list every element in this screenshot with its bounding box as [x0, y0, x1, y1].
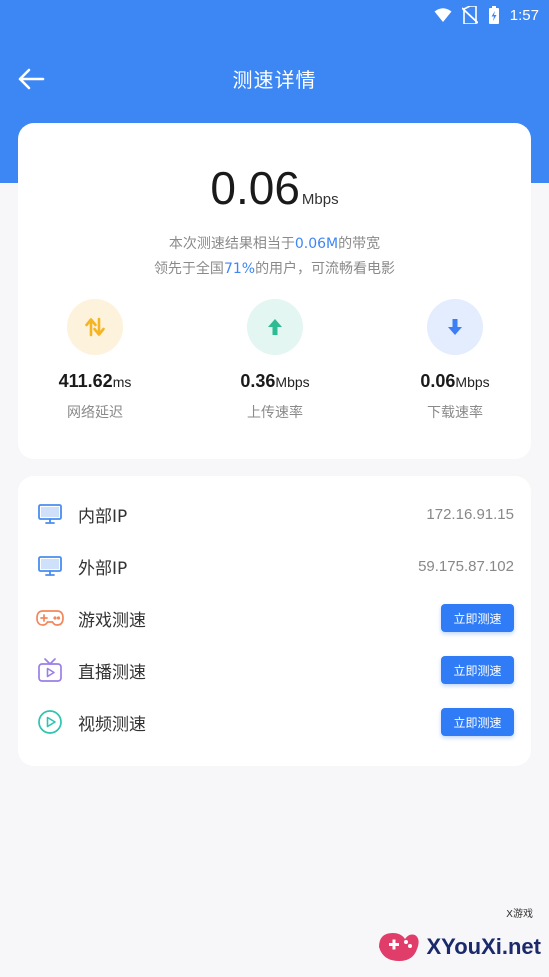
download-arrow-icon	[448, 319, 462, 335]
live-speed-label: 直播测速	[78, 662, 146, 683]
watermark-brand: XYouXi.net	[426, 934, 542, 959]
wifi-icon	[434, 8, 452, 22]
latency-value: 411.62ms	[58, 371, 132, 391]
latency-icon-circle	[67, 299, 123, 355]
game-speed-row: 游戏测速 立即测速	[18, 592, 531, 644]
internal-ip-value: 172.16.91.15	[426, 505, 514, 523]
internal-ip-row: 内部IP 172.16.91.15	[18, 488, 531, 540]
metric-download: 0.06Mbps 下载速率	[370, 299, 540, 422]
speed-unit: Mbps	[301, 191, 339, 208]
external-ip-value: 59.175.87.102	[418, 557, 514, 575]
back-arrow-icon	[18, 68, 45, 90]
game-speed-label: 游戏测速	[78, 610, 146, 631]
download-value: 0.06Mbps	[420, 371, 490, 391]
monitor-icon	[36, 500, 64, 528]
external-ip-row: 外部IP 59.175.87.102	[18, 540, 531, 592]
speed-summary-card: 0.06 Mbps 本次测速结果相当于0.06M的带宽 领先于全国71%的用户，可…	[18, 123, 531, 459]
ranking-highlight: 71%	[223, 261, 256, 277]
upload-arrow-icon	[268, 319, 282, 335]
battery-icon	[488, 6, 499, 24]
metric-upload: 0.36Mbps 上传速率	[190, 299, 360, 422]
metric-latency: 411.62ms 网络延迟	[10, 299, 180, 422]
play-circle-icon	[36, 708, 64, 736]
internal-ip-label: 内部IP	[78, 506, 128, 527]
external-ip-label: 外部IP	[78, 558, 128, 579]
video-speed-label: 视频测速	[78, 714, 146, 735]
page-title: 测速详情	[232, 67, 317, 92]
video-speed-test-button[interactable]: 立即测速	[441, 708, 514, 736]
bandwidth-description: 本次测速结果相当于0.06M的带宽	[168, 236, 381, 252]
status-bar: 1:57	[0, 0, 549, 30]
back-button[interactable]	[14, 64, 48, 94]
live-speed-row: 直播测速 立即测速	[18, 644, 531, 696]
monitor-icon	[36, 552, 64, 580]
latency-arrows-icon	[85, 317, 105, 337]
ranking-description: 领先于全国71%的用户，可流畅看电影	[153, 261, 396, 277]
watermark-tag: X游戏	[506, 909, 533, 920]
no-sim-icon	[461, 6, 478, 24]
video-speed-row: 视频测速 立即测速	[18, 696, 531, 748]
speed-number: 0.06	[210, 162, 300, 214]
top-bar: 测速详情	[0, 52, 549, 104]
network-info-card: 内部IP 172.16.91.15 外部IP 59.175.87.102 游戏测…	[18, 476, 531, 766]
bandwidth-highlight: 0.06M	[294, 236, 339, 252]
watermark-logo-icon	[378, 933, 419, 961]
upload-icon-circle	[247, 299, 303, 355]
status-time: 1:57	[509, 6, 539, 24]
download-icon-circle	[427, 299, 483, 355]
download-label: 下载速率	[427, 405, 483, 421]
watermark: X游戏 XYouXi.net	[375, 909, 542, 967]
gamepad-icon	[36, 604, 64, 632]
game-speed-test-button[interactable]: 立即测速	[441, 604, 514, 632]
latency-label: 网络延迟	[67, 405, 123, 421]
upload-value: 0.36Mbps	[240, 371, 310, 391]
speed-result: 0.06 Mbps	[18, 161, 531, 215]
tv-icon	[36, 656, 64, 684]
live-speed-test-button[interactable]: 立即测速	[441, 656, 514, 684]
upload-label: 上传速率	[247, 405, 303, 421]
